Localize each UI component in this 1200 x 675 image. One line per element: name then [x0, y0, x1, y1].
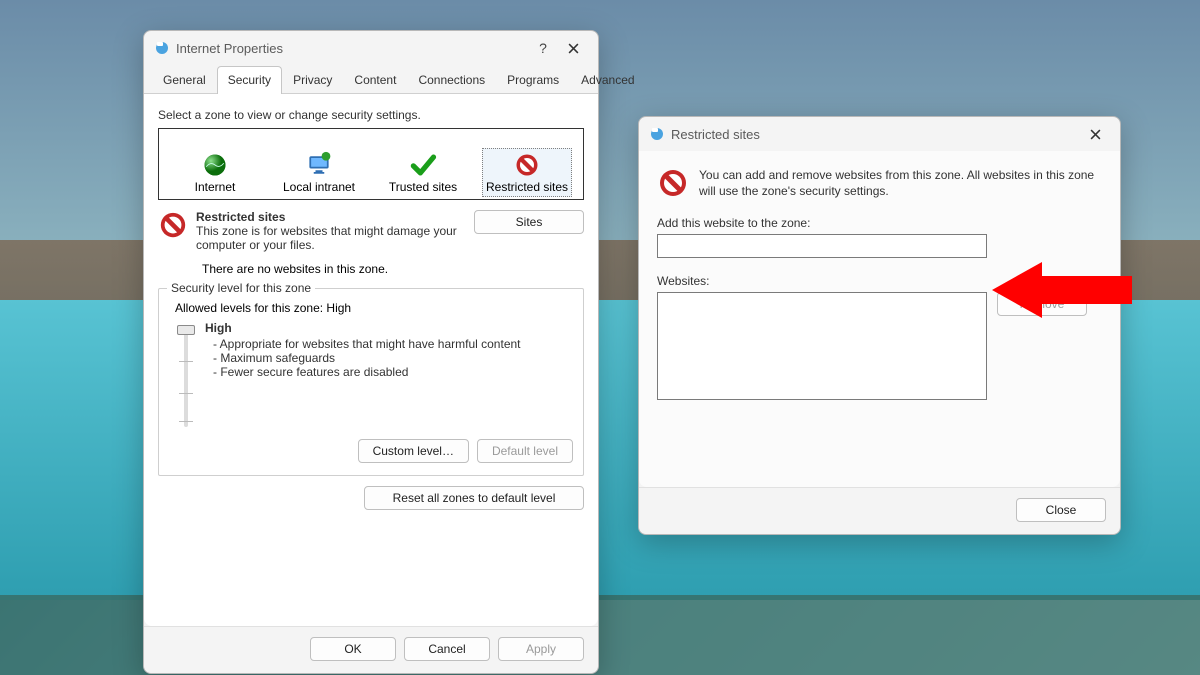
- restricted-sites-description: You can add and remove websites from thi…: [699, 167, 1102, 199]
- window-icon: [154, 40, 170, 56]
- custom-level-button[interactable]: Custom level…: [358, 439, 469, 463]
- security-level-description: High - Appropriate for websites that mig…: [205, 321, 573, 431]
- security-tab-body: Select a zone to view or change security…: [144, 94, 598, 626]
- cancel-button[interactable]: Cancel: [404, 637, 490, 661]
- tab-programs[interactable]: Programs: [496, 66, 570, 94]
- monitor-icon: [305, 151, 333, 179]
- add-website-input[interactable]: [657, 234, 987, 258]
- window-title: Restricted sites: [671, 127, 1080, 142]
- tab-advanced[interactable]: Advanced: [570, 66, 645, 94]
- zone-label: Internet: [173, 181, 257, 194]
- zone-label: Trusted sites: [381, 181, 465, 194]
- security-level-group: Security level for this zone Allowed lev…: [158, 288, 584, 476]
- default-level-button[interactable]: Default level: [477, 439, 573, 463]
- apply-button[interactable]: Apply: [498, 637, 584, 661]
- close-dialog-button[interactable]: Close: [1016, 498, 1106, 522]
- tab-connections[interactable]: Connections: [407, 66, 496, 94]
- ok-button[interactable]: OK: [310, 637, 396, 661]
- restricted-sites-body: You can add and remove websites from thi…: [639, 151, 1120, 487]
- websites-listbox[interactable]: [657, 292, 987, 400]
- level-name: High: [205, 321, 573, 335]
- security-level-slider[interactable]: [175, 321, 197, 431]
- level-bullet: - Fewer secure features are disabled: [213, 365, 573, 379]
- tab-security[interactable]: Security: [217, 66, 282, 94]
- zone-prompt: Select a zone to view or change security…: [158, 108, 584, 122]
- zone-list: Internet Local intranet Trusted sites Re…: [158, 128, 584, 200]
- zone-heading: Restricted sites: [196, 210, 466, 224]
- add-website-label: Add this website to the zone:: [657, 216, 1102, 230]
- restricted-sites-window: Restricted sites You can add and remove …: [638, 116, 1121, 535]
- remove-button[interactable]: Remove: [997, 292, 1087, 316]
- tab-privacy[interactable]: Privacy: [282, 66, 343, 94]
- check-icon: [409, 151, 437, 179]
- tab-content[interactable]: Content: [343, 66, 407, 94]
- level-bullet: - Maximum safeguards: [213, 351, 573, 365]
- help-button[interactable]: ?: [528, 35, 558, 61]
- tab-strip: General Security Privacy Content Connect…: [144, 65, 598, 94]
- zone-label: Local intranet: [277, 181, 361, 194]
- zone-internet[interactable]: Internet: [170, 148, 260, 197]
- zone-local-intranet[interactable]: Local intranet: [274, 148, 364, 197]
- security-level-legend: Security level for this zone: [167, 281, 315, 295]
- titlebar: Restricted sites: [639, 117, 1120, 151]
- no-entry-icon: [158, 210, 188, 252]
- reset-zones-button[interactable]: Reset all zones to default level: [364, 486, 584, 510]
- zone-description: Restricted sites This zone is for websit…: [196, 210, 466, 252]
- zone-trusted-sites[interactable]: Trusted sites: [378, 148, 468, 197]
- internet-properties-window: Internet Properties ? General Security P…: [143, 30, 599, 674]
- level-bullet: - Appropriate for websites that might ha…: [213, 337, 573, 351]
- close-button[interactable]: [1080, 121, 1110, 147]
- no-entry-icon: [513, 151, 541, 179]
- dialog-footer: Close: [639, 487, 1120, 534]
- websites-label: Websites:: [657, 274, 1102, 288]
- globe-icon: [201, 151, 229, 179]
- zone-label: Restricted sites: [485, 181, 569, 194]
- dialog-footer: OK Cancel Apply: [144, 626, 598, 673]
- titlebar: Internet Properties ?: [144, 31, 598, 65]
- zone-empty-text: There are no websites in this zone.: [202, 262, 584, 276]
- sites-button[interactable]: Sites: [474, 210, 584, 234]
- window-icon: [649, 126, 665, 142]
- zone-restricted-sites[interactable]: Restricted sites: [482, 148, 572, 197]
- allowed-levels-text: Allowed levels for this zone: High: [175, 301, 573, 315]
- window-title: Internet Properties: [176, 41, 528, 56]
- zone-desc-text: This zone is for websites that might dam…: [196, 224, 466, 252]
- no-entry-icon: [657, 167, 689, 202]
- close-button[interactable]: [558, 35, 588, 61]
- tab-general[interactable]: General: [152, 66, 217, 94]
